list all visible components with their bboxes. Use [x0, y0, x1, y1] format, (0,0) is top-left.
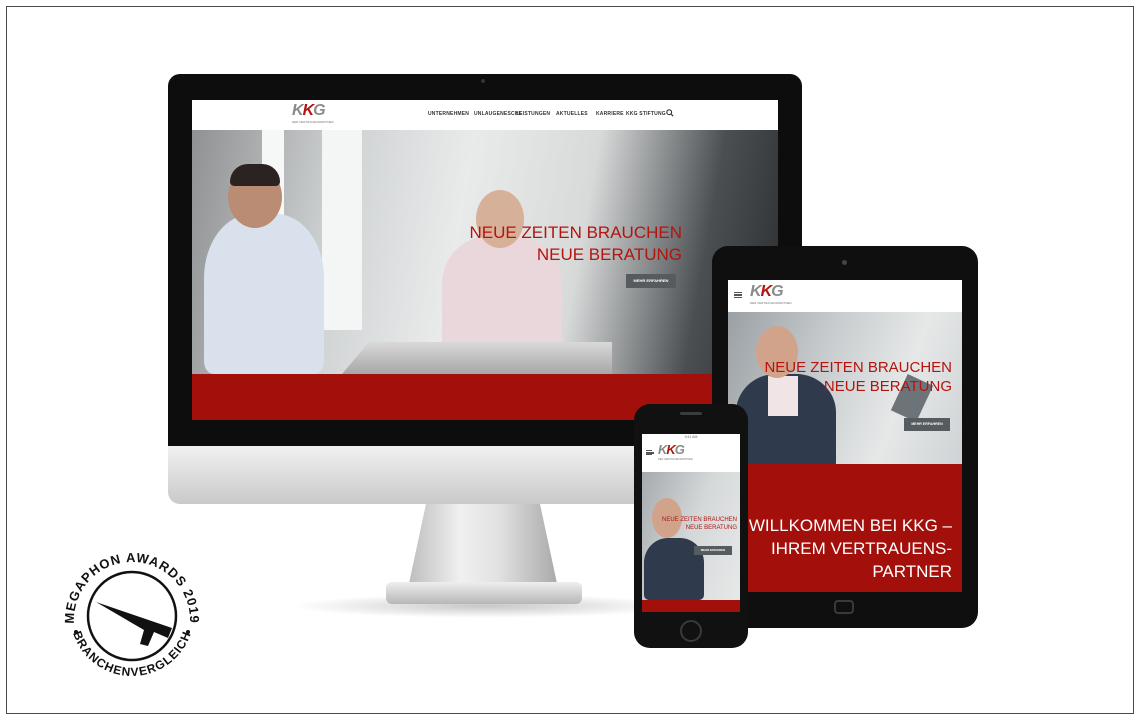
- nav-item-aktuelles[interactable]: AKTUELLES: [556, 111, 588, 117]
- desktop-screen: KKG DER VERTRAUENSPARTNER UNTERNEHMEN UN…: [192, 100, 778, 420]
- window: [322, 130, 362, 330]
- nav-item-karriere[interactable]: KARRIERE: [596, 111, 624, 117]
- welcome-line-3: PARTNER: [872, 562, 952, 581]
- desktop-hero-headline: NEUE ZEITEN BRAUCHEN NEUE BERATUNG: [422, 222, 682, 266]
- phone-red-section: [642, 600, 740, 612]
- welcome-line-2: IHREM VERTRAUENS-: [770, 539, 952, 558]
- tablet-screen: KKG DER VERTRAUENSPARTNER NEUE ZEITEN BR…: [728, 280, 962, 592]
- logo-tagline: DER VERTRAUENSPARTNER: [750, 301, 792, 305]
- nav-item-kkg-stiftung[interactable]: KKG STIFTUNG: [626, 111, 666, 117]
- speaker-icon: [680, 412, 702, 415]
- kkg-logo[interactable]: KKG: [750, 283, 784, 301]
- logo-tagline: DER VERTRAUENSPARTNER: [292, 120, 334, 124]
- seal-bottom-text: BRANCHENVERGLEICH: [70, 629, 194, 679]
- hero-line-2: NEUE BERATUNG: [685, 525, 737, 531]
- desktop-cta-button[interactable]: MEHR ERFAHREN: [626, 274, 676, 288]
- tablet-device: KKG DER VERTRAUENSPARTNER NEUE ZEITEN BR…: [712, 246, 978, 628]
- tablet-hero-headline: NEUE ZEITEN BRAUCHEN NEUE BERATUNG: [732, 358, 952, 396]
- phone-hero-headline: NEUE ZEITEN BRAUCHEN NEUE BERATUNG: [657, 516, 737, 532]
- hero-line-1: NEUE ZEITEN BRAUCHEN: [661, 517, 737, 523]
- welcome-headline: WILLKOMMEN BEI KKG – IHREM VERTRAUENS- P…: [732, 514, 952, 583]
- kkg-logo[interactable]: KKG: [292, 102, 326, 120]
- seal-dot: [74, 630, 78, 634]
- seal-top-text: MEGAPHON AWARDS 2019: [62, 550, 202, 624]
- search-icon[interactable]: [666, 109, 674, 117]
- tablet-hero-image: NEUE ZEITEN BRAUCHEN NEUE BERATUNG MEHR …: [728, 312, 962, 464]
- desktop-hero-image: NEUE ZEITEN BRAUCHEN NEUE BERATUNG MEHR …: [192, 130, 778, 374]
- nav-item-2[interactable]: UNLAUGENESCHE: [474, 111, 522, 117]
- logo-tagline: DER VERTRAUENSPARTNER: [658, 458, 693, 461]
- monitor-stand: [408, 504, 558, 588]
- tablet-welcome-section: WILLKOMMEN BEI KKG – IHREM VERTRAUENS- P…: [728, 464, 962, 592]
- nav-item-leistungen[interactable]: LEISTUNGEN: [516, 111, 550, 117]
- megaphon-award-seal: MEGAPHON AWARDS 2019 BRANCHENVERGLEICH: [62, 550, 202, 679]
- camera-icon: [842, 260, 847, 265]
- seal-dot: [186, 630, 190, 634]
- home-button-icon[interactable]: [680, 620, 702, 642]
- phone-screen: 9:41 AM KKG DER VERTRAUENSPARTNER NEUE Z…: [642, 434, 740, 612]
- phone-device: 9:41 AM KKG DER VERTRAUENSPARTNER NEUE Z…: [634, 404, 748, 648]
- hero-line-1: NEUE ZEITEN BRAUCHEN: [764, 359, 952, 376]
- hero-line-2: NEUE BERATUNG: [823, 378, 952, 395]
- meeting-table: [342, 342, 612, 374]
- hamburger-icon[interactable]: [734, 292, 742, 298]
- hamburger-icon[interactable]: [646, 450, 654, 455]
- welcome-line-1: WILLKOMMEN BEI KKG –: [748, 516, 952, 535]
- nav-item-unternehmen[interactable]: UNTERNEHMEN: [428, 111, 469, 117]
- phone-cta-button[interactable]: MEHR ERFAHREN: [694, 546, 732, 555]
- status-bar: 9:41 AM: [684, 435, 698, 439]
- monitor-stand-base: [386, 582, 582, 604]
- phone-hero-image: [642, 472, 740, 600]
- hero-line-2: NEUE BERATUNG: [536, 245, 682, 264]
- camera-icon: [481, 79, 485, 83]
- home-button-icon[interactable]: [834, 600, 854, 614]
- megaphone-icon: [96, 602, 172, 646]
- tablet-cta-button[interactable]: MEHR ERFAHREN: [904, 418, 950, 431]
- desktop-navbar: KKG DER VERTRAUENSPARTNER UNTERNEHMEN UN…: [192, 100, 778, 130]
- hero-line-1: NEUE ZEITEN BRAUCHEN: [469, 223, 682, 242]
- kkg-logo[interactable]: KKG: [658, 442, 685, 457]
